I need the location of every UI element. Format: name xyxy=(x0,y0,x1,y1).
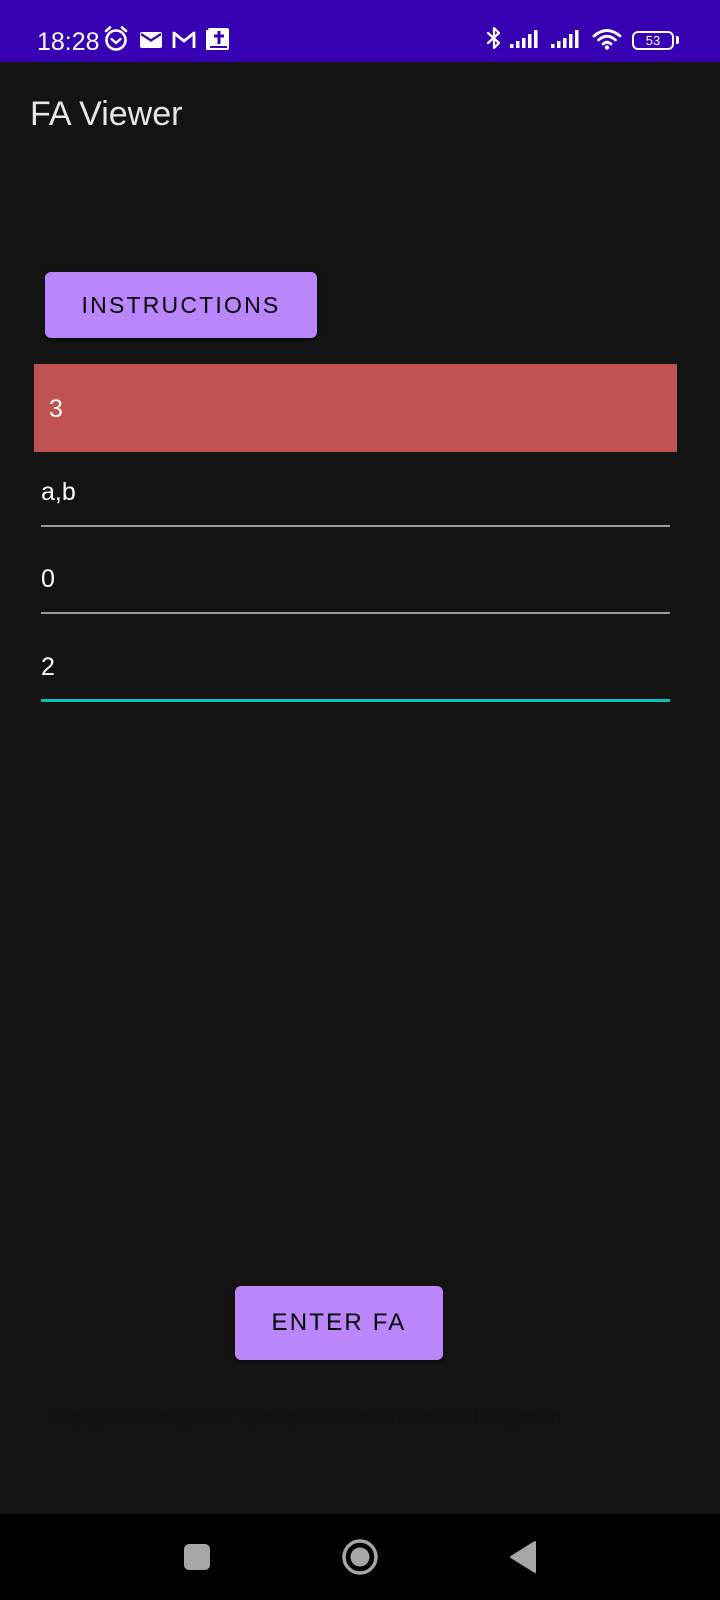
back-button[interactable] xyxy=(483,1514,563,1600)
final-states-field-value: 2 xyxy=(41,653,55,681)
app-title: FA Viewer xyxy=(30,95,183,133)
home-button[interactable] xyxy=(320,1514,400,1600)
battery-level: 53 xyxy=(645,33,661,48)
states-field[interactable]: 3 xyxy=(34,364,677,452)
recents-icon xyxy=(184,1544,210,1570)
alphabet-field[interactable]: a,b xyxy=(41,471,670,527)
states-field-value: 3 xyxy=(49,395,63,423)
signal-icon xyxy=(551,30,579,48)
battery-tip xyxy=(676,36,679,44)
status-time: 18:28 xyxy=(37,28,100,56)
footer-note: Display issues may occur if your phone i… xyxy=(48,1408,561,1426)
mail-icon xyxy=(140,32,162,48)
start-state-field[interactable]: 0 xyxy=(41,558,670,614)
home-icon xyxy=(342,1539,378,1575)
gmail-icon xyxy=(172,31,196,48)
alarm-icon xyxy=(104,26,128,51)
instructions-button[interactable]: INSTRUCTIONS xyxy=(45,272,317,338)
back-icon xyxy=(510,1541,536,1573)
signal-icon xyxy=(510,30,538,48)
navigation-bar xyxy=(0,1514,720,1600)
bluetooth-icon xyxy=(486,26,501,50)
status-bar: 18:28 53 xyxy=(0,0,720,62)
start-state-field-value: 0 xyxy=(41,565,55,593)
wifi-icon xyxy=(592,29,622,50)
battery-icon: 53 xyxy=(632,31,674,50)
bible-app-icon xyxy=(206,28,229,50)
alphabet-field-value: a,b xyxy=(41,478,76,506)
recents-button[interactable] xyxy=(157,1514,237,1600)
enter-fa-button[interactable]: ENTER FA xyxy=(235,1286,443,1360)
final-states-field[interactable]: 2 xyxy=(41,646,670,702)
